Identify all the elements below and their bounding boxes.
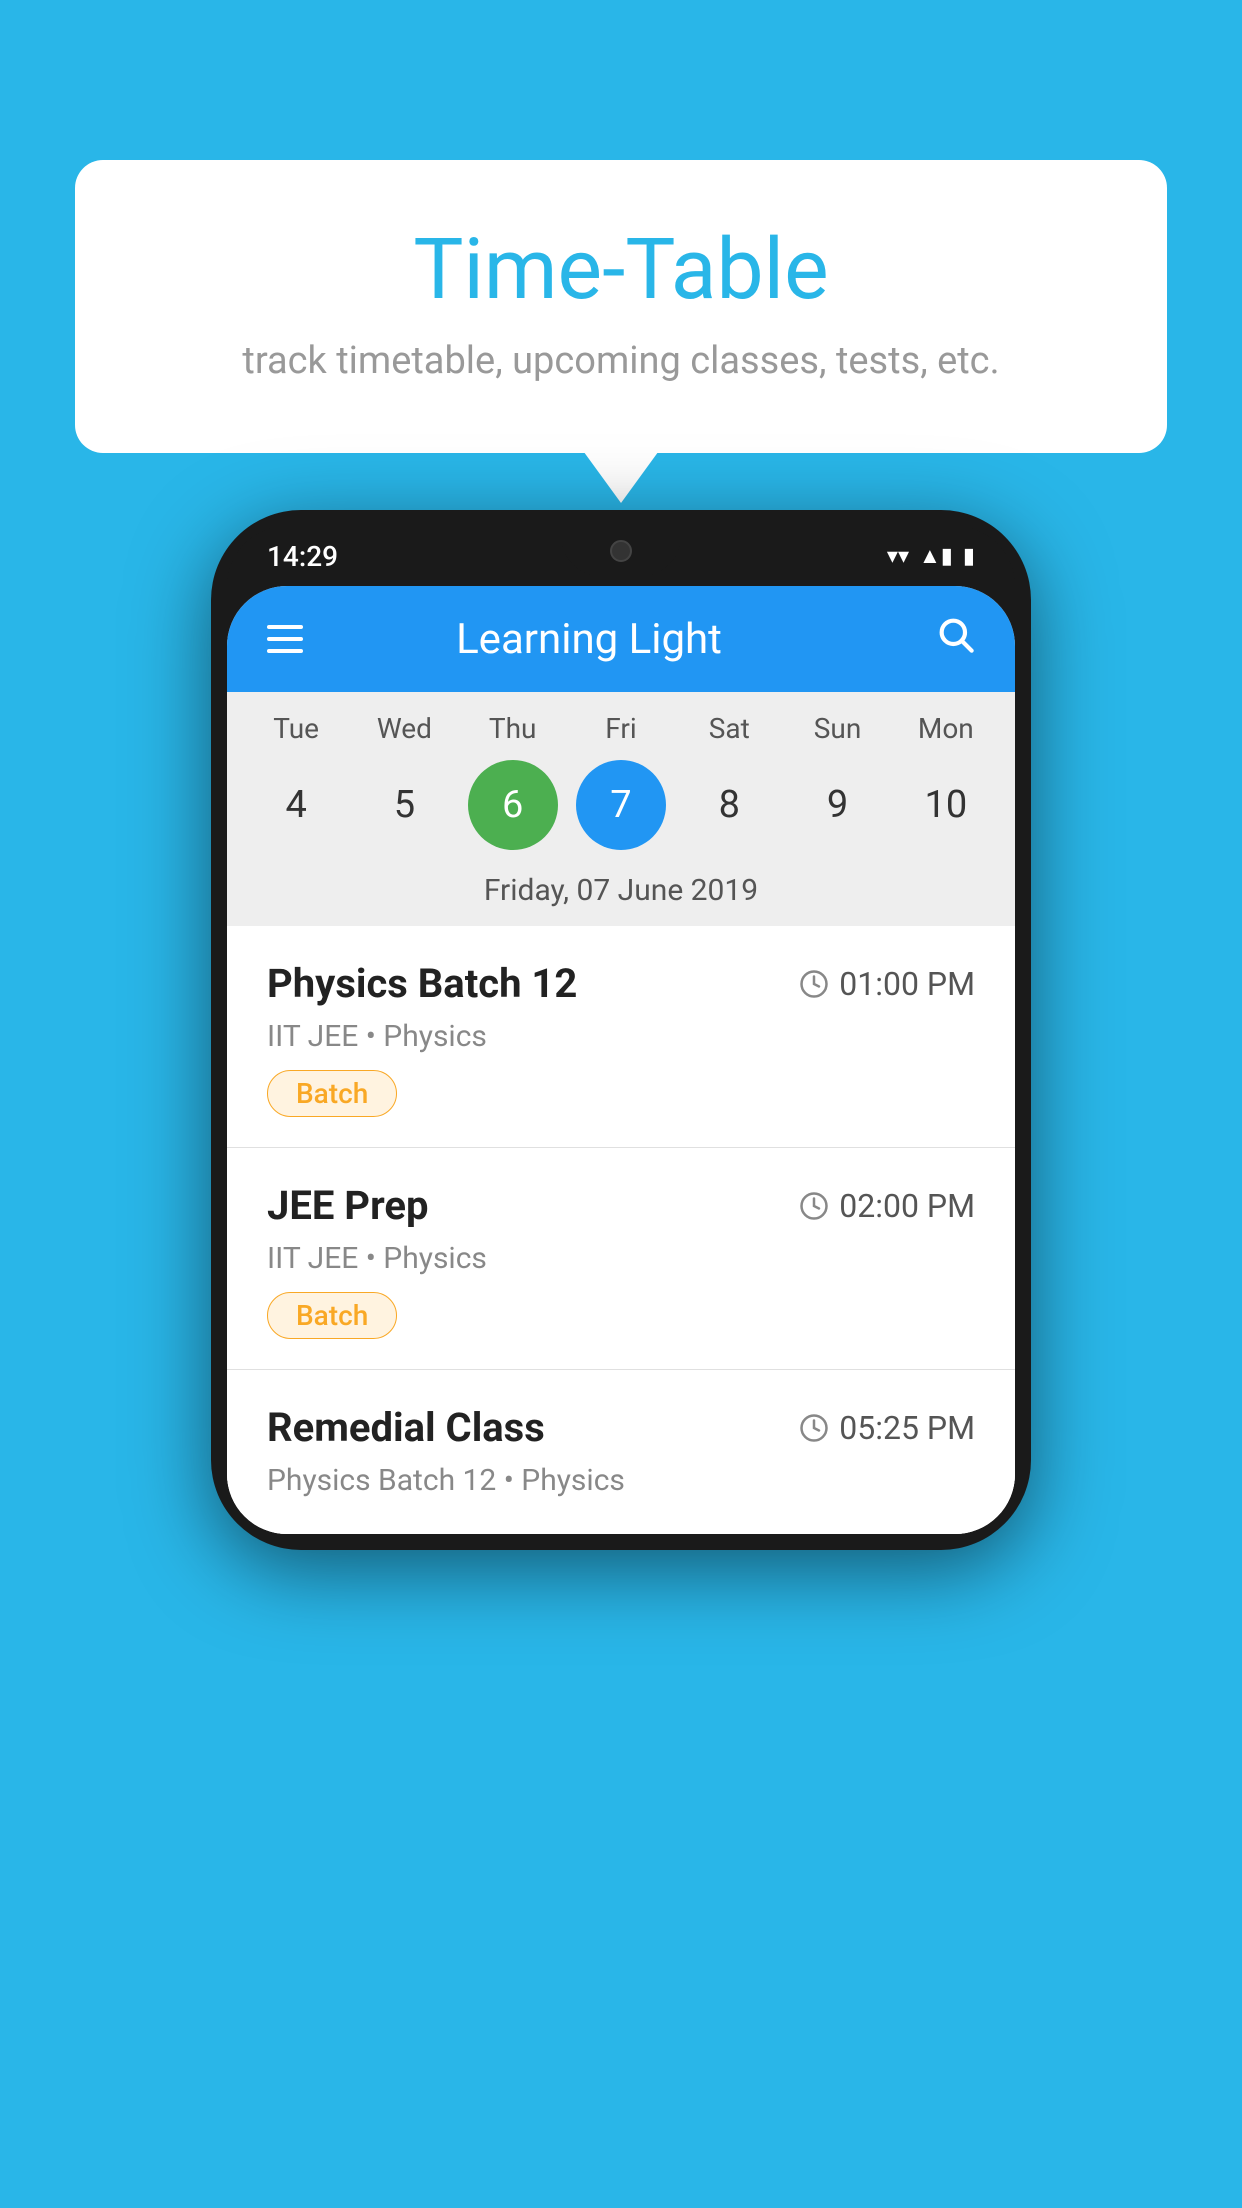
schedule-item-2-sub: IIT JEE • Physics bbox=[267, 1241, 975, 1276]
tooltip-subtitle: track timetable, upcoming classes, tests… bbox=[155, 339, 1087, 383]
phone-frame: 14:29 ▾▾ ▲▮ ▮ Learning Light bbox=[211, 510, 1031, 1550]
schedule-item-1-title: Physics Batch 12 bbox=[267, 960, 577, 1007]
day-header-thu: Thu bbox=[468, 712, 558, 745]
day-header-sat: Sat bbox=[684, 712, 774, 745]
day-header-wed: Wed bbox=[359, 712, 449, 745]
schedule-item-2-time-text: 02:00 PM bbox=[839, 1187, 975, 1225]
day-headers: Tue Wed Thu Fri Sat Sun Mon bbox=[227, 712, 1015, 755]
day-header-tue: Tue bbox=[251, 712, 341, 745]
clock-icon bbox=[799, 969, 829, 999]
tooltip-card: Time-Table track timetable, upcoming cla… bbox=[75, 160, 1167, 453]
schedule-item-1[interactable]: Physics Batch 12 01:00 PM IIT JEE • Phys… bbox=[227, 926, 1015, 1148]
day-5[interactable]: 5 bbox=[359, 760, 449, 850]
phone-shell: 14:29 ▾▾ ▲▮ ▮ Learning Light bbox=[211, 510, 1031, 1550]
phone-status-bar: 14:29 ▾▾ ▲▮ ▮ bbox=[227, 526, 1015, 586]
day-header-fri: Fri bbox=[576, 712, 666, 745]
schedule-item-3-header: Remedial Class 05:25 PM bbox=[267, 1404, 975, 1451]
status-time: 14:29 bbox=[267, 540, 338, 573]
calendar-strip: Tue Wed Thu Fri Sat Sun Mon 4 5 6 7 8 9 … bbox=[227, 692, 1015, 926]
schedule-item-1-time-text: 01:00 PM bbox=[839, 965, 975, 1003]
selected-date-label: Friday, 07 June 2019 bbox=[227, 865, 1015, 926]
schedule-item-3[interactable]: Remedial Class 05:25 PM Physics Batch 12… bbox=[227, 1370, 1015, 1534]
day-numbers: 4 5 6 7 8 9 10 bbox=[227, 755, 1015, 865]
search-button[interactable] bbox=[935, 614, 975, 664]
signal-icon: ▲▮ bbox=[919, 543, 953, 569]
schedule-item-1-time: 01:00 PM bbox=[799, 965, 975, 1003]
schedule-item-1-header: Physics Batch 12 01:00 PM bbox=[267, 960, 975, 1007]
app-bar: Learning Light bbox=[227, 586, 1015, 692]
schedule-item-1-tag: Batch bbox=[267, 1070, 397, 1117]
schedule-item-2-title: JEE Prep bbox=[267, 1182, 428, 1229]
status-icons: ▾▾ ▲▮ ▮ bbox=[887, 543, 975, 569]
day-10[interactable]: 10 bbox=[901, 760, 991, 850]
schedule-item-2-time: 02:00 PM bbox=[799, 1187, 975, 1225]
front-camera bbox=[610, 540, 632, 562]
schedule-item-3-time: 05:25 PM bbox=[799, 1409, 975, 1447]
schedule-item-3-time-text: 05:25 PM bbox=[839, 1409, 975, 1447]
day-header-mon: Mon bbox=[901, 712, 991, 745]
schedule-item-3-title: Remedial Class bbox=[267, 1404, 545, 1451]
schedule-item-2[interactable]: JEE Prep 02:00 PM IIT JEE • Physics Batc… bbox=[227, 1148, 1015, 1370]
schedule-item-1-sub: IIT JEE • Physics bbox=[267, 1019, 975, 1054]
clock-icon-3 bbox=[799, 1413, 829, 1443]
day-8[interactable]: 8 bbox=[684, 760, 774, 850]
day-6-today[interactable]: 6 bbox=[468, 760, 558, 850]
clock-icon-2 bbox=[799, 1191, 829, 1221]
day-9[interactable]: 9 bbox=[793, 760, 883, 850]
schedule-item-2-tag: Batch bbox=[267, 1292, 397, 1339]
phone-screen: Learning Light Tue Wed Thu Fri Sat Sun bbox=[227, 586, 1015, 1534]
tooltip-title: Time-Table bbox=[155, 220, 1087, 319]
phone-notch bbox=[561, 526, 681, 576]
wifi-icon: ▾▾ bbox=[887, 544, 909, 569]
day-header-sun: Sun bbox=[793, 712, 883, 745]
battery-icon: ▮ bbox=[963, 544, 975, 569]
schedule-list: Physics Batch 12 01:00 PM IIT JEE • Phys… bbox=[227, 926, 1015, 1534]
schedule-item-3-sub: Physics Batch 12 • Physics bbox=[267, 1463, 975, 1498]
day-7-selected[interactable]: 7 bbox=[576, 760, 666, 850]
app-title: Learning Light bbox=[243, 615, 935, 664]
day-4[interactable]: 4 bbox=[251, 760, 341, 850]
schedule-item-2-header: JEE Prep 02:00 PM bbox=[267, 1182, 975, 1229]
